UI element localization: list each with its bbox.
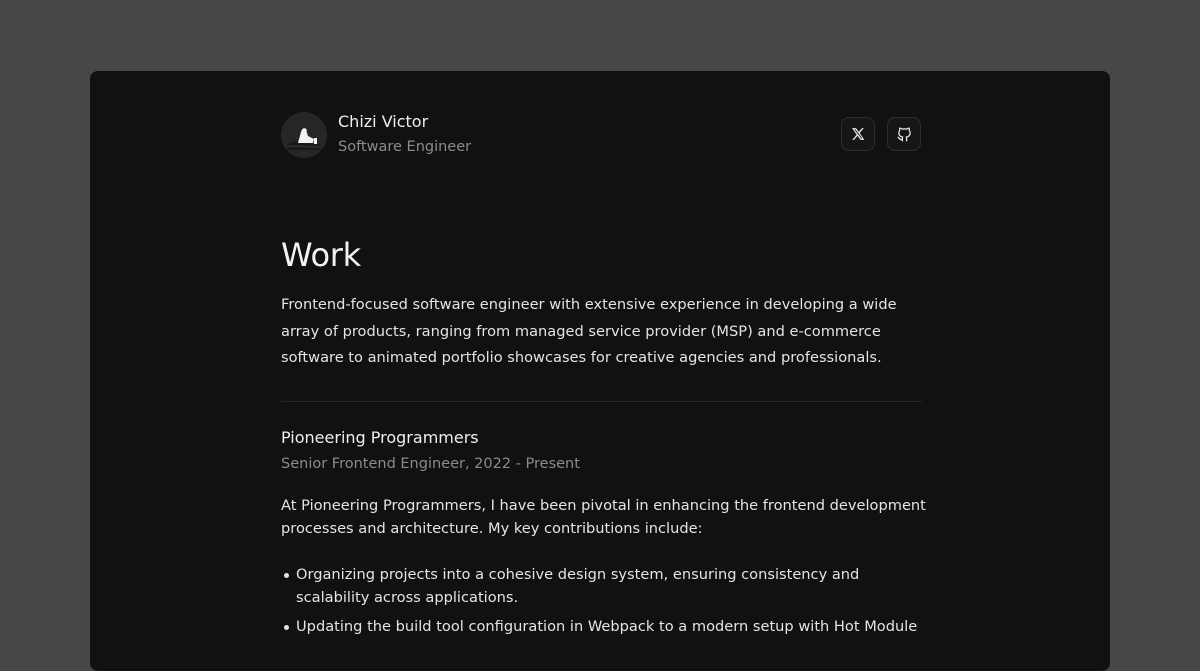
intro-line: array of products, ranging from managed …	[281, 322, 881, 340]
x-icon	[852, 128, 865, 140]
list-item-line: Organizing projects into a cohesive desi…	[296, 566, 860, 583]
bullet-icon	[284, 573, 289, 578]
description-line: processes and architecture. My key contr…	[281, 520, 703, 537]
portfolio-card: Chizi Victor Software Engineer Work Fron…	[90, 71, 1110, 671]
job-description: At Pioneering Programmers, I have been p…	[281, 494, 926, 540]
intro-line: software to animated portfolio showcases…	[281, 349, 882, 366]
list-item-line: Updating the build tool configuration in…	[296, 618, 918, 635]
x-link-button[interactable]	[841, 117, 875, 151]
avatar-illustration-icon	[281, 112, 327, 158]
avatar[interactable]	[281, 112, 327, 158]
page-title: Work	[281, 236, 361, 274]
job-position: Senior Frontend Engineer, 2022 - Present	[281, 456, 580, 472]
list-item: Updating the build tool configuration in…	[281, 615, 922, 638]
section-divider	[281, 401, 922, 402]
intro-paragraph: Frontend-focused software engineer with …	[281, 292, 922, 372]
profile-role: Software Engineer	[338, 139, 472, 155]
github-icon	[896, 127, 911, 142]
profile-name: Chizi Victor	[338, 112, 429, 131]
github-link-button[interactable]	[887, 117, 921, 151]
list-item-line: scalability across applications.	[296, 589, 519, 606]
intro-line: Frontend-focused software engineer with …	[281, 296, 897, 313]
profile-header: Chizi Victor Software Engineer	[281, 112, 922, 158]
list-item: Organizing projects into a cohesive desi…	[281, 563, 922, 609]
bullet-icon	[284, 625, 289, 630]
description-line: At Pioneering Programmers, I have been p…	[281, 497, 926, 514]
contributions-list: Organizing projects into a cohesive desi…	[281, 563, 922, 644]
company-name: Pioneering Programmers	[281, 428, 479, 447]
